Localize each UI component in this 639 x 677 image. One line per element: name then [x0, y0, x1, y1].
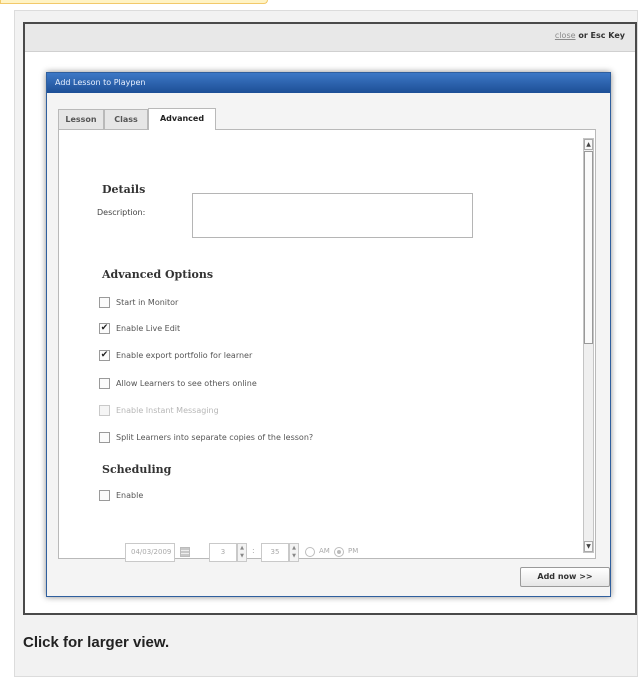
option-label: Enable export portfolio for learner [116, 351, 253, 360]
checkbox-checked[interactable]: ✔ [99, 350, 110, 361]
tab-class[interactable]: Class [104, 109, 148, 129]
description-label: Description: [97, 208, 146, 217]
option-label: Start in Monitor [116, 298, 179, 307]
add-lesson-dialog: Add Lesson to Playpen Lesson Class Advan… [46, 72, 611, 597]
checkbox[interactable] [99, 297, 110, 308]
advanced-options-heading: Advanced Options [102, 268, 214, 281]
scroll-thumb[interactable] [584, 151, 593, 344]
checkbox[interactable] [99, 490, 110, 501]
scroll-down-arrow-icon[interactable]: ▼ [584, 541, 593, 552]
panel-scrollbar[interactable]: ▲ ▼ [583, 138, 594, 553]
dialog-title: Add Lesson to Playpen [47, 73, 610, 93]
option-label: Split Learners into separate copies of t… [116, 433, 314, 442]
esc-key-hint: or Esc Key [575, 31, 625, 40]
image-caption[interactable]: Click for larger view. [23, 634, 169, 651]
option-label: Enable Live Edit [116, 324, 181, 333]
calendar-icon[interactable] [180, 547, 190, 557]
scroll-up-arrow-icon[interactable]: ▲ [584, 139, 593, 150]
option-label: Enable Instant Messaging [116, 406, 219, 415]
checkbox-disabled [99, 405, 110, 416]
description-input[interactable] [192, 193, 473, 238]
details-heading: Details [102, 183, 146, 196]
minute-spinner-icon[interactable]: ▲ ▼ [289, 543, 299, 562]
tab-advanced[interactable]: Advanced [148, 108, 216, 130]
hour-input[interactable]: 3 [209, 543, 237, 562]
checkbox[interactable] [99, 378, 110, 389]
lightbox-top-bar: close or Esc Key [25, 24, 635, 52]
checkbox-checked[interactable]: ✔ [99, 323, 110, 334]
hour-spinner-icon[interactable]: ▲ ▼ [237, 543, 247, 562]
am-label: AM [319, 547, 330, 555]
top-banner [0, 0, 268, 4]
pm-radio[interactable] [334, 547, 344, 557]
checkbox[interactable] [99, 432, 110, 443]
option-label: Enable [116, 491, 144, 500]
minute-input[interactable]: 35 [261, 543, 289, 562]
option-label: Allow Learners to see others online [116, 379, 257, 388]
pm-label: PM [348, 547, 359, 555]
tab-lesson[interactable]: Lesson [58, 109, 104, 129]
scheduling-heading: Scheduling [102, 463, 172, 476]
am-radio[interactable] [305, 547, 315, 557]
close-link[interactable]: close [555, 31, 576, 40]
add-now-button[interactable]: Add now >> [520, 567, 610, 587]
screenshot-image[interactable]: close or Esc Key Add Lesson to Playpen L… [23, 22, 637, 615]
close-hint: close or Esc Key [555, 31, 625, 40]
time-colon: : [252, 546, 255, 555]
schedule-date-input[interactable]: 04/03/2009 [125, 543, 175, 562]
